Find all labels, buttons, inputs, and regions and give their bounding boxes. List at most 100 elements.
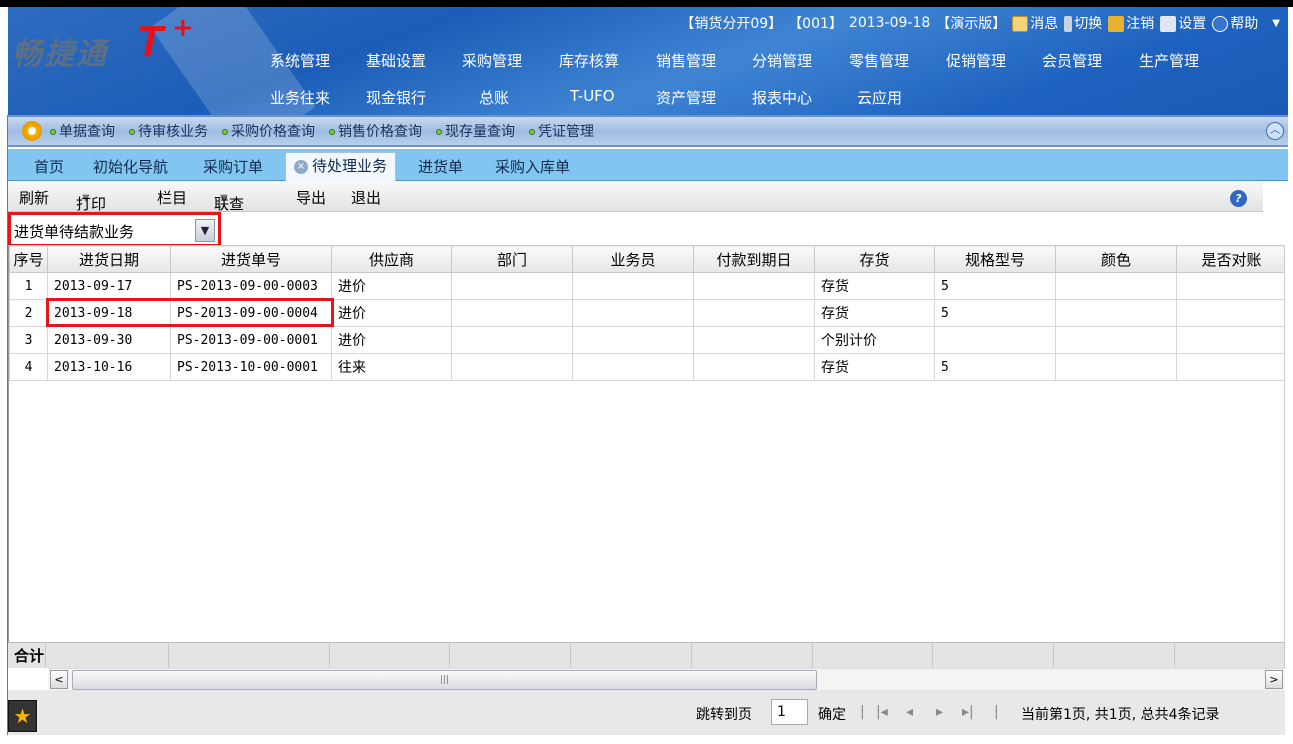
table-row[interactable]: 2 2013-09-18 PS-2013-09-00-0004 进价 存货 5: [9, 299, 1284, 327]
toolbar: 刷新 打印 ▼ 栏目 联查 ▼ 导出 退出 ?: [8, 181, 1263, 213]
quicklink[interactable]: 销售价格查询: [329, 121, 422, 141]
table-cell: 进价: [331, 272, 452, 300]
column-header[interactable]: 供应商: [331, 245, 452, 273]
scroll-thumb[interactable]: |||: [72, 670, 817, 690]
totals-row: 合计: [8, 642, 1285, 668]
star-icon[interactable]: ★: [8, 700, 37, 732]
collapse-icon[interactable]: ︿: [1266, 122, 1284, 140]
nav-item[interactable]: 采购管理: [462, 50, 522, 71]
message-button[interactable]: 消息: [1012, 13, 1058, 33]
quicklink[interactable]: 凭证管理: [529, 121, 594, 141]
table-cell: [451, 353, 573, 381]
exit-button[interactable]: 退出: [351, 187, 381, 208]
nav-item[interactable]: 云应用: [857, 87, 902, 108]
tab-init-guide[interactable]: 初始化导航: [93, 155, 168, 181]
nav-item[interactable]: 基础设置: [366, 50, 426, 71]
column-header[interactable]: 业务员: [572, 245, 694, 273]
column-header[interactable]: 进货单号: [170, 245, 332, 273]
nav-item[interactable]: 促销管理: [946, 50, 1006, 71]
nav-item[interactable]: 现金银行: [366, 87, 426, 108]
nav-item[interactable]: 报表中心: [752, 87, 812, 108]
table-cell: 3: [9, 326, 48, 354]
quicklinks-bar: 单据查询 待审核业务 采购价格查询 销售价格查询 现存量查询 凭证管理 ︿: [8, 115, 1288, 147]
page-input[interactable]: [771, 699, 808, 725]
table-header: 序号 进货日期 进货单号 供应商 部门 业务员 付款到期日 存货 规格型号 颜色 是否对账: [9, 245, 1284, 273]
prev-page-icon[interactable]: ◂: [906, 704, 913, 720]
close-icon[interactable]: ×: [294, 159, 308, 174]
nav-item[interactable]: 系统管理: [270, 50, 330, 71]
scroll-left-icon[interactable]: <: [50, 670, 68, 689]
table-cell: [451, 272, 573, 300]
column-header[interactable]: 进货日期: [47, 245, 171, 273]
nav-item[interactable]: 生产管理: [1139, 50, 1199, 71]
nav-item[interactable]: 资产管理: [656, 87, 716, 108]
tab-pending-business[interactable]: × 待处理业务: [285, 152, 397, 181]
nav-item[interactable]: 总账: [479, 87, 509, 108]
nav-item[interactable]: 会员管理: [1042, 50, 1102, 71]
nav-item[interactable]: T-UFO: [570, 87, 615, 105]
quicklink[interactable]: 待审核业务: [129, 121, 208, 141]
scroll-right-icon[interactable]: >: [1265, 670, 1283, 689]
first-page-icon[interactable]: |◂: [876, 704, 888, 720]
table-cell: [1055, 299, 1177, 327]
help-button[interactable]: 帮助: [1212, 13, 1258, 33]
pager: 跳转到页 确定 | |◂ ◂ ▸ ▸| | 当前第1页, 共1页, 总共4条记录: [8, 690, 1285, 735]
business-type-select[interactable]: 进货单待结款业务 ▼: [8, 212, 221, 247]
quicklink[interactable]: 采购价格查询: [222, 121, 315, 141]
tab-purchase-order[interactable]: 采购订单: [203, 155, 263, 181]
switch-button[interactable]: 切换: [1064, 13, 1102, 33]
column-header[interactable]: 存货: [814, 245, 935, 273]
nav-item[interactable]: 库存核算: [559, 50, 619, 71]
table-cell: [693, 353, 815, 381]
column-header[interactable]: 规格型号: [934, 245, 1056, 273]
status-bar: 【销货分开09】 【001】 2013-09-18 【演示版】 消息 切换 注销…: [680, 13, 1280, 33]
table-cell: [572, 299, 694, 327]
pending-table: 序号 进货日期 进货单号 供应商 部门 业务员 付款到期日 存货 规格型号 颜色 是否对账 1 201…: [9, 245, 1284, 381]
settings-button[interactable]: 设置: [1160, 13, 1206, 33]
table-cell: 进价: [331, 299, 452, 327]
tab-purchase-inbound[interactable]: 采购入库单: [495, 155, 570, 181]
lock-icon: [1108, 16, 1125, 32]
chevron-down-icon[interactable]: ▼: [195, 219, 215, 242]
table-row[interactable]: 3 2013-09-30 PS-2013-09-00-0001 进价 个别计价: [9, 326, 1284, 354]
refresh-button[interactable]: 刷新: [19, 187, 49, 208]
table-row[interactable]: 4 2013-10-16 PS-2013-10-00-0001 往来 存货 5: [9, 353, 1284, 381]
bullet-icon: [329, 129, 335, 135]
quicklink[interactable]: 现存量查询: [436, 121, 515, 141]
data-grid: 序号 进货日期 进货单号 供应商 部门 业务员 付款到期日 存货 规格型号 颜色 是否对账 1 201…: [8, 245, 1285, 642]
table-cell: 2: [9, 299, 48, 327]
totals-cell: 合计: [8, 643, 46, 668]
table-cell: [572, 272, 694, 300]
next-page-icon[interactable]: ▸: [936, 704, 943, 720]
column-header[interactable]: 付款到期日: [693, 245, 815, 273]
totals-cell: [169, 643, 330, 668]
table-cell: [1055, 353, 1177, 381]
linked-query-button[interactable]: 联查 ▼: [214, 187, 244, 213]
quicklink[interactable]: 单据查询: [50, 121, 115, 141]
columns-button[interactable]: 栏目: [157, 187, 187, 208]
column-header[interactable]: 部门: [451, 245, 573, 273]
confirm-button[interactable]: 确定: [818, 704, 846, 724]
app-logo: 畅捷通 T +: [12, 13, 196, 72]
chevron-down-icon[interactable]: ▼: [1272, 18, 1280, 29]
horizontal-scrollbar[interactable]: < ||| >: [48, 668, 1285, 690]
settings-icon: [1160, 16, 1177, 32]
nav-item[interactable]: 零售管理: [849, 50, 909, 71]
table-row[interactable]: 1 2013-09-17 PS-2013-09-00-0003 进价 存货 5: [9, 272, 1284, 300]
bullet-icon: [50, 129, 56, 135]
export-button[interactable]: 导出: [296, 187, 326, 208]
tab-home[interactable]: 首页: [34, 155, 64, 181]
column-header[interactable]: 是否对账: [1176, 245, 1284, 273]
table-cell: [572, 326, 694, 354]
nav-item[interactable]: 分销管理: [752, 50, 812, 71]
logout-button[interactable]: 注销: [1108, 13, 1154, 33]
last-page-icon[interactable]: ▸|: [962, 704, 974, 720]
help-icon[interactable]: ?: [1230, 190, 1247, 207]
column-header[interactable]: 序号: [9, 245, 48, 273]
tab-purchase-receipt[interactable]: 进货单: [418, 155, 463, 181]
print-button[interactable]: 打印 ▼: [76, 187, 106, 213]
nav-item[interactable]: 销售管理: [656, 50, 716, 71]
nav-item[interactable]: 业务往来: [270, 87, 330, 108]
account-set: 【销货分开09】: [680, 16, 783, 32]
column-header[interactable]: 颜色: [1055, 245, 1177, 273]
